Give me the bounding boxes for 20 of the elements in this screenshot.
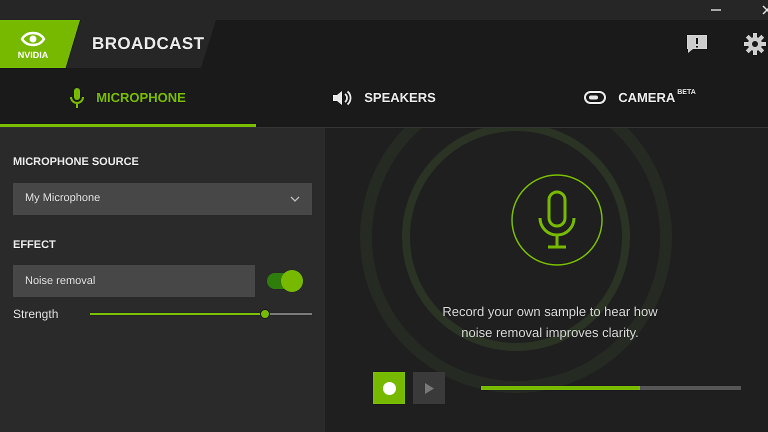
tab[interactable]: SPEAKERS xyxy=(256,68,512,127)
webcam-icon xyxy=(584,90,606,104)
settings-icon[interactable] xyxy=(744,33,766,55)
toggle-switch[interactable] xyxy=(267,273,302,289)
app-title: BROADCAST xyxy=(92,33,204,56)
microphone-icon xyxy=(70,88,84,108)
effect-dropdown[interactable]: Noise removal xyxy=(13,265,255,297)
record-icon xyxy=(382,382,396,394)
chevron-icon xyxy=(290,196,300,202)
section-label: MICROPHONE SOURCE xyxy=(13,155,140,170)
play-icon xyxy=(424,382,434,394)
microphone-icon xyxy=(511,174,603,266)
speaker-icon xyxy=(332,90,352,106)
slider-label: Strength xyxy=(13,306,60,323)
hint-text: Record your own sample to hear how noise removal improves clarity. xyxy=(441,303,659,342)
feedback-icon[interactable] xyxy=(686,34,708,54)
logo-text: NVIDIA xyxy=(18,50,48,60)
source-dropdown[interactable]: My Microphone xyxy=(13,182,312,214)
slider-thumb[interactable] xyxy=(260,309,270,319)
section-label: EFFECT xyxy=(13,238,57,252)
